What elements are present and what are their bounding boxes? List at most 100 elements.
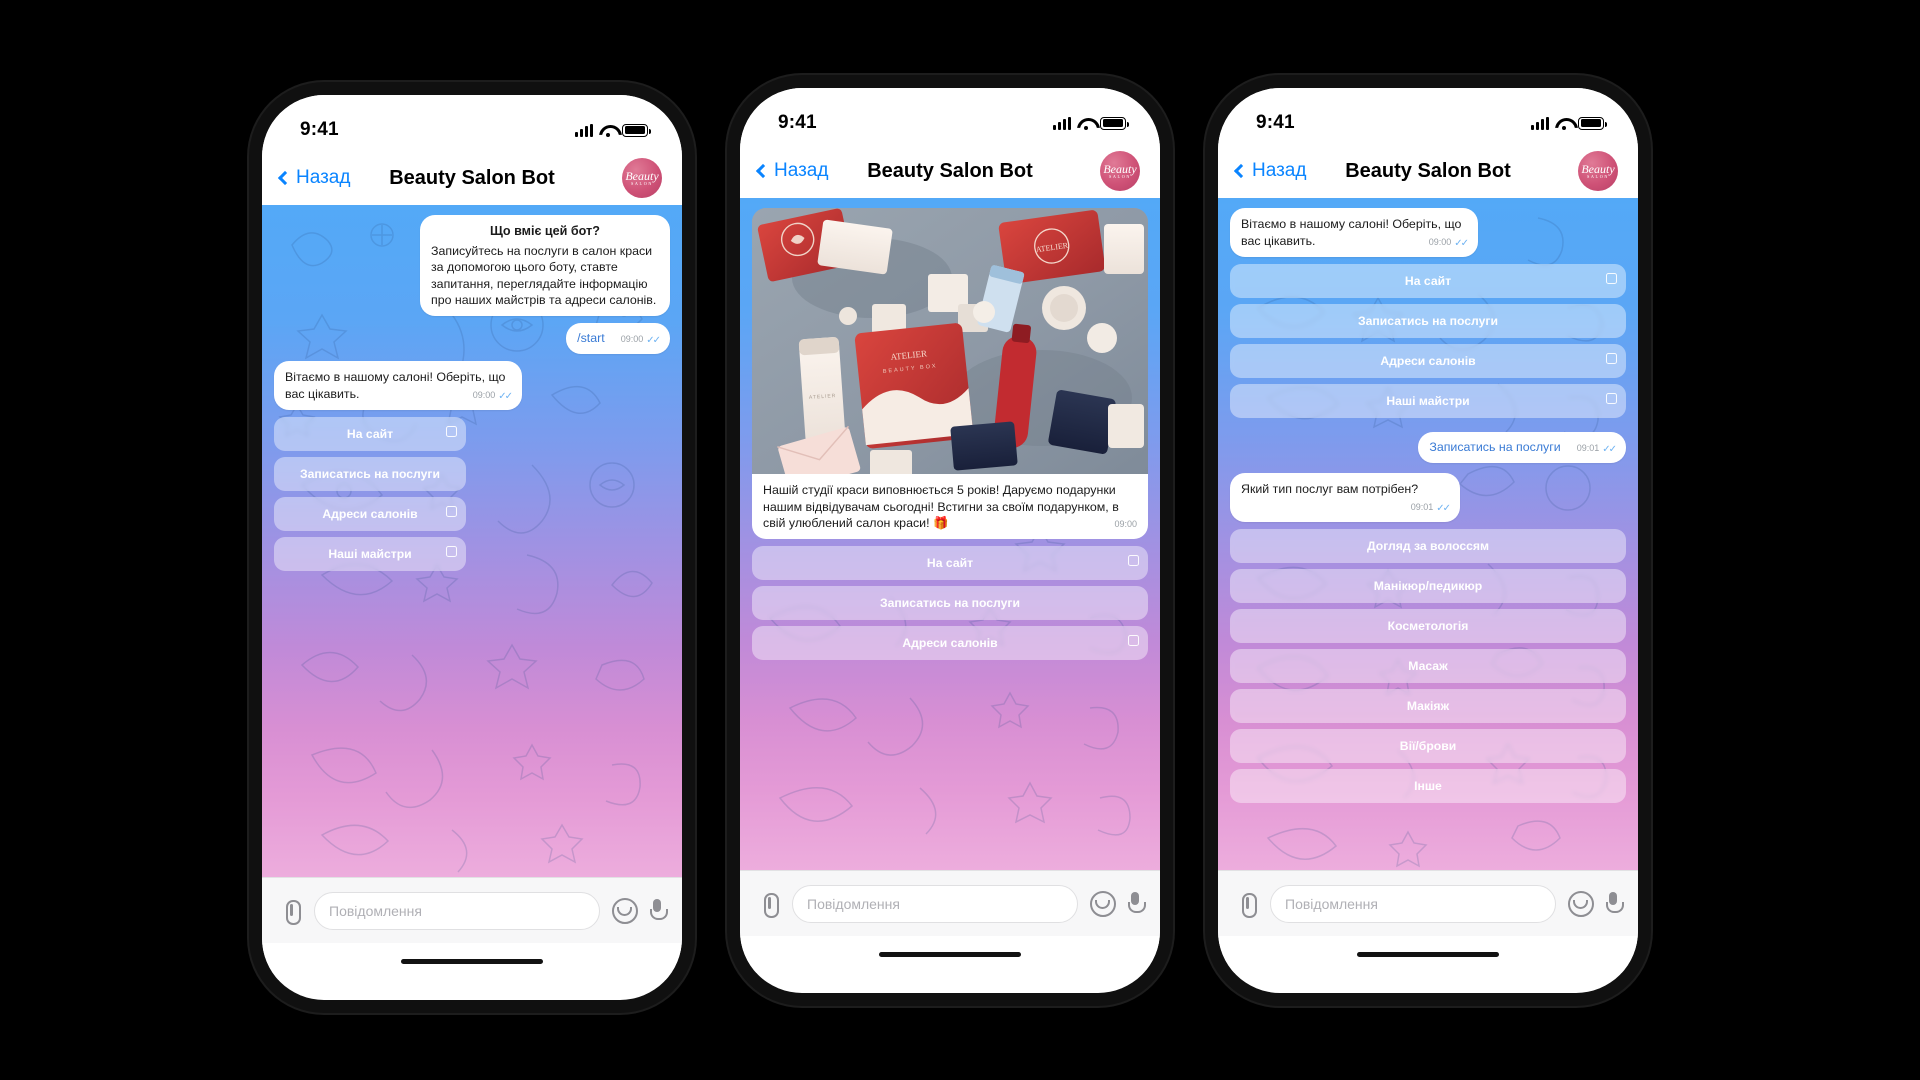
welcome-meta: 09:00 ✓✓ bbox=[1429, 237, 1469, 250]
service-button-label: Косметологія bbox=[1387, 618, 1469, 633]
keyboard-button-addresses[interactable]: Адреси салонів bbox=[752, 625, 1148, 660]
sticker-icon[interactable] bbox=[612, 897, 638, 924]
chevron-left-icon bbox=[277, 170, 293, 186]
promo-meta: 09:00 bbox=[1114, 519, 1137, 531]
status-bar: 9:41 bbox=[740, 88, 1160, 144]
service-button-manicure[interactable]: Манікюр/педикюр bbox=[1230, 568, 1626, 603]
wifi-icon bbox=[599, 124, 616, 137]
promo-photo[interactable]: ATELIER ATELIER BEAUTY BOX ATELIER bbox=[752, 208, 1148, 474]
service-button-other[interactable]: Інше bbox=[1230, 768, 1626, 803]
keyboard-button-masters[interactable]: Наші майстри bbox=[1230, 383, 1626, 418]
phone3-service-keyboard: Догляд за волоссям Манікюр/педикюр Косме… bbox=[1230, 528, 1626, 803]
bot-question-bubble: Який тип послуг вам потрібен? 09:01 ✓✓ bbox=[1230, 473, 1460, 522]
question-row: Який тип послуг вам потрібен? 09:01 ✓✓ bbox=[1230, 473, 1626, 522]
user-start-bubble: /start 09:00 ✓✓ bbox=[566, 322, 670, 355]
back-button[interactable]: Назад bbox=[755, 160, 828, 182]
user-reply-meta: 09:01 ✓✓ bbox=[1577, 443, 1617, 456]
back-label: Назад bbox=[1252, 160, 1307, 181]
read-ticks-icon: ✓✓ bbox=[1454, 237, 1469, 249]
keyboard-button-addresses[interactable]: Адреси салонів bbox=[274, 496, 466, 531]
phone-1: 9:41 Назад Beauty Salon Bot Beauty SALON bbox=[262, 95, 682, 1000]
avatar[interactable]: Beauty SALON bbox=[622, 158, 662, 198]
message-placeholder: Повідомлення bbox=[807, 895, 900, 912]
service-button-label: Інше bbox=[1414, 778, 1442, 793]
timestamp: 09:00 bbox=[620, 334, 644, 345]
paperclip-icon[interactable] bbox=[280, 898, 302, 925]
keyboard-button-addresses[interactable]: Адреси салонів bbox=[1230, 343, 1626, 378]
service-button-label: Масаж bbox=[1408, 658, 1448, 673]
composer-1: Повідомлення bbox=[262, 877, 682, 943]
status-indicators bbox=[1531, 116, 1607, 130]
service-button-cosmetology[interactable]: Косметологія bbox=[1230, 608, 1626, 643]
chat-area-1[interactable]: Що вміє цей бот? Записуйтесь на послуги … bbox=[262, 205, 682, 877]
message-input[interactable]: Повідомлення bbox=[1270, 884, 1556, 923]
welcome-message-row: Вітаємо в нашому салоні! Оберіть, що вас… bbox=[274, 361, 670, 410]
nav-bar: Назад Beauty Salon Bot Beauty SALON bbox=[262, 151, 682, 205]
welcome-message-row: Вітаємо в нашому салоні! Оберіть, що вас… bbox=[1230, 208, 1626, 257]
keyboard-button-label: Наші майстри bbox=[1386, 393, 1470, 408]
external-link-icon bbox=[1606, 352, 1617, 364]
message-input[interactable]: Повідомлення bbox=[314, 891, 600, 930]
question-meta: 09:01 ✓✓ bbox=[1410, 502, 1451, 515]
message-input[interactable]: Повідомлення bbox=[792, 884, 1078, 923]
keyboard-button-booking[interactable]: Записатись на послуги bbox=[752, 585, 1148, 620]
keyboard-button-website[interactable]: На сайт bbox=[274, 416, 466, 451]
user-reply-row: Записатись на послуги 09:01 ✓✓ bbox=[1230, 431, 1626, 464]
microphone-icon[interactable] bbox=[1128, 891, 1146, 916]
paperclip-icon[interactable] bbox=[1236, 891, 1258, 918]
bot-intro-bubble: Що вміє цей бот? Записуйтесь на послуги … bbox=[420, 215, 670, 316]
service-button-label: Догляд за волоссям bbox=[1366, 538, 1490, 553]
chevron-left-icon bbox=[1233, 163, 1249, 179]
back-button[interactable]: Назад bbox=[1233, 160, 1307, 182]
user-reply-bubble: Записатись на послуги 09:01 ✓✓ bbox=[1418, 431, 1626, 464]
keyboard-button-masters[interactable]: Наші майстри bbox=[274, 536, 466, 571]
service-button-massage[interactable]: Масаж bbox=[1230, 648, 1626, 683]
keyboard-button-website[interactable]: На сайт bbox=[1230, 263, 1626, 298]
keyboard-button-label: Записатись на послуги bbox=[300, 466, 440, 481]
home-indicator bbox=[740, 936, 1160, 973]
keyboard-button-website[interactable]: На сайт bbox=[752, 545, 1148, 580]
keyboard-button-label: Наші майстри bbox=[328, 546, 412, 561]
keyboard-button-label: Записатись на послуги bbox=[880, 595, 1020, 610]
promo-caption: Нашій студії краси виповнюється 5 років!… bbox=[752, 474, 1148, 539]
bot-welcome-bubble: Вітаємо в нашому салоні! Оберіть, що вас… bbox=[1230, 208, 1478, 257]
sticker-icon[interactable] bbox=[1568, 890, 1594, 917]
service-button-label: Вії/брови bbox=[1399, 738, 1457, 753]
chat-area-3[interactable]: Вітаємо в нашому салоні! Оберіть, що вас… bbox=[1218, 198, 1638, 870]
welcome-meta: 09:00 ✓✓ bbox=[472, 390, 513, 403]
keyboard-button-booking[interactable]: Записатись на послуги bbox=[1230, 303, 1626, 338]
timestamp: 09:00 bbox=[472, 390, 496, 401]
keyboard-button-label: Записатись на послуги bbox=[1358, 313, 1498, 328]
paperclip-icon[interactable] bbox=[758, 891, 780, 918]
sticker-icon[interactable] bbox=[1090, 890, 1116, 917]
service-button-lashes-brows[interactable]: Вії/брови bbox=[1230, 728, 1626, 763]
status-indicators bbox=[575, 123, 651, 137]
avatar-logo-icon: Beauty SALON bbox=[1581, 163, 1614, 179]
status-indicators bbox=[1053, 116, 1129, 130]
chat-area-2[interactable]: ATELIER ATELIER BEAUTY BOX ATELIER Нашій… bbox=[740, 198, 1160, 870]
bot-welcome-bubble: Вітаємо в нашому салоні! Оберіть, що вас… bbox=[274, 361, 522, 410]
service-button-hair[interactable]: Догляд за волоссям bbox=[1230, 528, 1626, 563]
home-indicator bbox=[1218, 936, 1638, 973]
service-button-label: Манікюр/педикюр bbox=[1373, 578, 1483, 593]
wifi-icon bbox=[1555, 117, 1572, 130]
start-command-row: /start 09:00 ✓✓ bbox=[274, 322, 670, 355]
back-button[interactable]: Назад bbox=[277, 167, 350, 189]
timestamp: 09:01 bbox=[1410, 502, 1434, 513]
timestamp: 09:00 bbox=[1114, 519, 1137, 529]
status-clock: 9:41 bbox=[1256, 112, 1295, 133]
intro-message-row: Що вміє цей бот? Записуйтесь на послуги … bbox=[274, 215, 670, 316]
nav-bar: Назад Beauty Salon Bot Beauty SALON bbox=[1218, 144, 1638, 198]
avatar-logo-icon: Beauty SALON bbox=[1103, 163, 1136, 179]
chevron-left-icon bbox=[755, 163, 771, 179]
avatar[interactable]: Beauty SALON bbox=[1578, 151, 1618, 191]
microphone-icon[interactable] bbox=[650, 898, 668, 923]
keyboard-button-booking[interactable]: Записатись на послуги bbox=[274, 456, 466, 491]
external-link-icon bbox=[446, 505, 457, 517]
avatar[interactable]: Beauty SALON bbox=[1100, 151, 1140, 191]
service-button-makeup[interactable]: Макіяж bbox=[1230, 688, 1626, 723]
status-clock: 9:41 bbox=[778, 112, 817, 133]
microphone-icon[interactable] bbox=[1606, 891, 1624, 916]
external-link-icon bbox=[1128, 554, 1139, 566]
status-clock: 9:41 bbox=[300, 119, 339, 140]
